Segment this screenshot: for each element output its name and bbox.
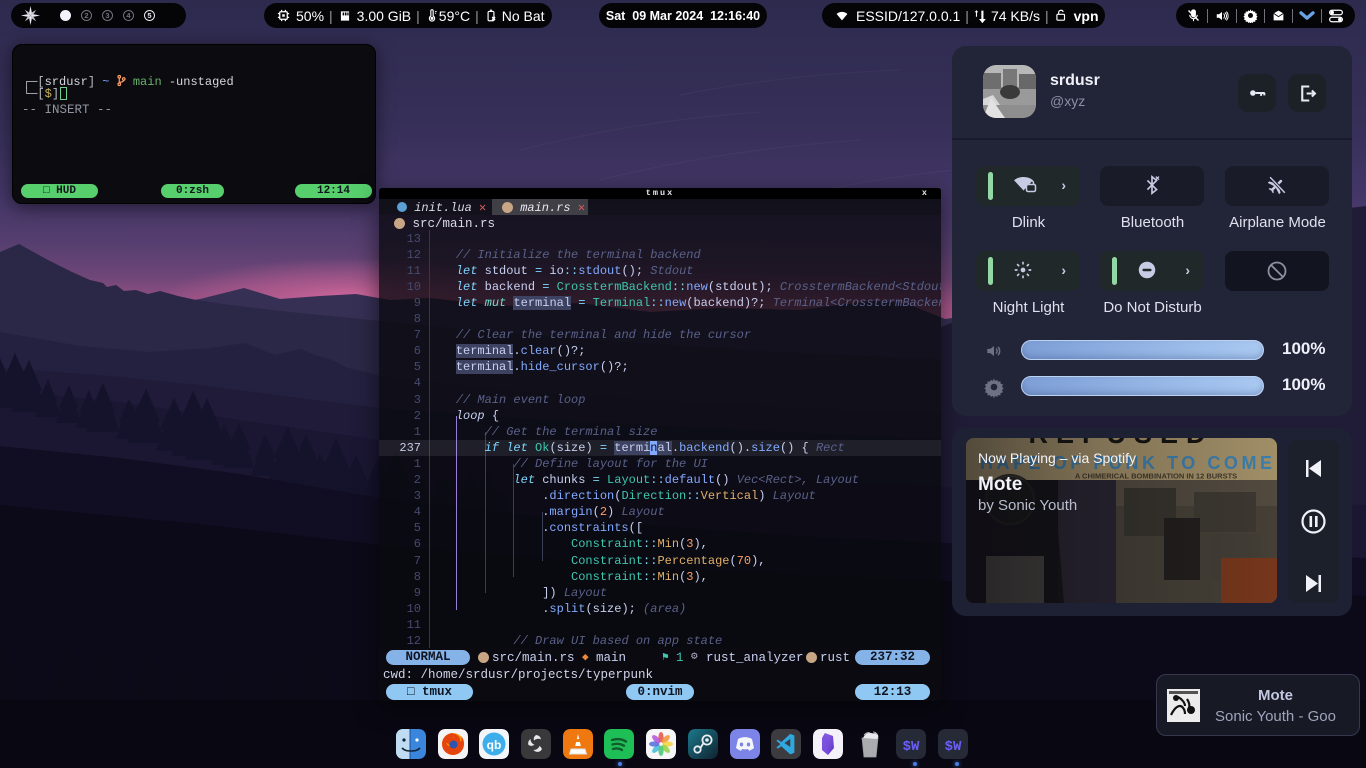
svg-text:$W: $W (903, 739, 920, 755)
svg-text:$W: $W (945, 739, 962, 755)
svg-text:qb: qb (487, 738, 502, 752)
